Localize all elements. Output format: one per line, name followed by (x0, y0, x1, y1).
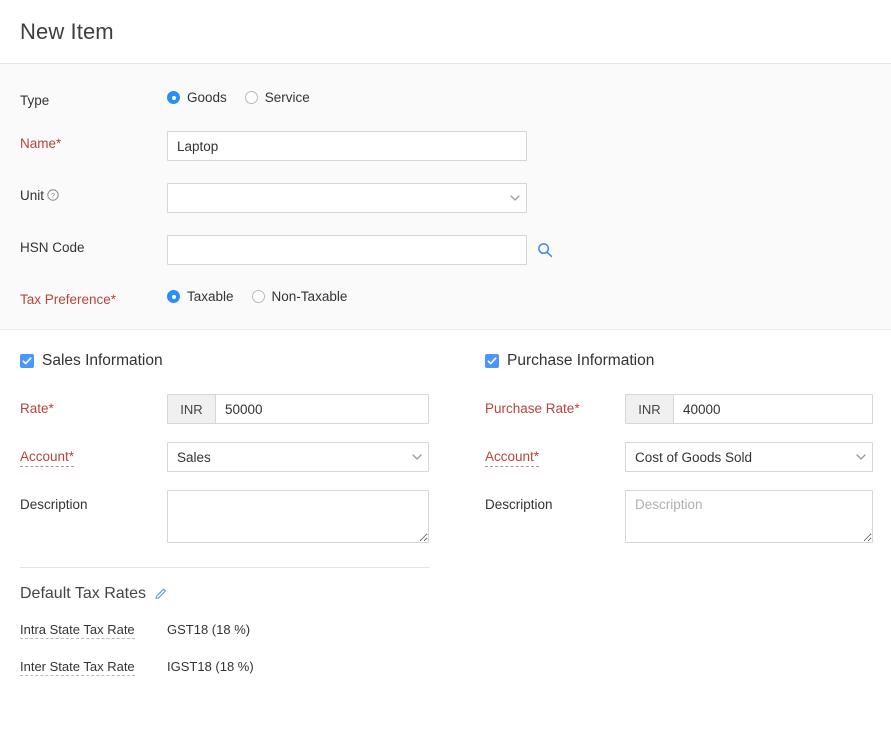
radio-taxable-indicator[interactable] (167, 290, 180, 303)
purchase-information-section: Purchase Information Purchase Rate* INR … (460, 352, 891, 561)
unit-select[interactable] (167, 183, 527, 213)
page-title: New Item (20, 19, 114, 45)
sales-account-select-wrap[interactable]: Sales (167, 442, 429, 472)
unit-label: Unit? (20, 183, 167, 205)
field-row-purchase-rate: Purchase Rate* INR (485, 394, 891, 424)
purchase-information-checkbox[interactable] (485, 354, 499, 368)
name-required-star: * (56, 136, 61, 151)
sales-account-required-star: * (69, 449, 74, 464)
page-header: New Item (0, 0, 891, 64)
hsn-code-label: HSN Code (20, 235, 167, 256)
tax-rate-row: Inter State Tax Rate IGST18 (18 %) (20, 657, 891, 677)
field-row-type: Type Goods Service (0, 88, 891, 109)
sales-rate-currency: INR (168, 395, 216, 423)
radio-non-taxable-label: Non-Taxable (272, 289, 348, 304)
radio-option-non-taxable[interactable]: Non-Taxable (252, 289, 348, 304)
field-row-sales-description: Description (20, 490, 460, 543)
type-radio-group: Goods Service (167, 88, 328, 105)
tax-rate-row: Intra State Tax Rate GST18 (18 %) (20, 620, 891, 640)
purchase-account-label[interactable]: Account* (485, 448, 539, 467)
intra-state-tax-rate-label-text: Intra State Tax Rate (20, 622, 135, 639)
type-label: Type (20, 88, 167, 109)
search-icon (537, 242, 553, 258)
purchase-rate-label-text: Purchase Rate (485, 401, 574, 416)
inter-state-tax-rate-label: Inter State Tax Rate (20, 657, 167, 677)
tax-preference-label: Tax Preference* (20, 287, 167, 308)
purchase-account-label-wrap: Account* (485, 442, 625, 467)
sales-rate-required-star: * (49, 401, 54, 416)
purchase-rate-label: Purchase Rate* (485, 394, 625, 417)
hsn-search-button[interactable] (537, 235, 553, 265)
purchase-rate-required-star: * (574, 401, 579, 416)
svg-text:?: ? (51, 191, 55, 200)
sales-information-title: Sales Information (42, 352, 163, 370)
field-row-purchase-description: Description (485, 490, 891, 543)
radio-service-label: Service (265, 90, 310, 105)
radio-goods-label: Goods (187, 90, 227, 105)
purchase-account-select[interactable]: Cost of Goods Sold (625, 442, 873, 472)
purchase-description-label: Description (485, 490, 625, 513)
sales-rate-label-text: Rate (20, 401, 49, 416)
default-tax-rates-header: Default Tax Rates (20, 585, 891, 603)
purchase-account-select-wrap[interactable]: Cost of Goods Sold (625, 442, 873, 472)
purchase-rate-input[interactable] (674, 395, 872, 423)
purchase-rate-currency: INR (626, 395, 674, 423)
field-row-tax-preference: Tax Preference* Taxable Non-Taxable (0, 287, 891, 308)
pencil-icon (154, 589, 168, 604)
radio-non-taxable-indicator[interactable] (252, 290, 265, 303)
purchase-information-title: Purchase Information (507, 352, 654, 370)
edit-tax-rates-button[interactable] (154, 587, 168, 601)
name-input[interactable] (167, 131, 527, 161)
radio-service-indicator[interactable] (245, 91, 258, 104)
field-row-sales-account: Account* Sales (20, 442, 460, 472)
inter-state-tax-rate-value: IGST18 (18 %) (167, 657, 254, 677)
sales-information-header: Sales Information (20, 352, 460, 370)
unit-select-wrap[interactable] (167, 183, 527, 213)
purchase-description-textarea[interactable] (625, 490, 873, 543)
purchase-rate-input-group: INR (625, 394, 873, 424)
purchase-account-label-text: Account (485, 449, 534, 464)
intra-state-tax-rate-label: Intra State Tax Rate (20, 620, 167, 640)
name-label: Name* (20, 131, 167, 152)
sales-rate-label: Rate* (20, 394, 167, 417)
default-tax-rates-title: Default Tax Rates (20, 585, 146, 603)
purchase-information-header: Purchase Information (485, 352, 891, 370)
radio-option-service[interactable]: Service (245, 90, 310, 105)
radio-taxable-label: Taxable (187, 289, 234, 304)
sales-account-value: Sales (177, 450, 211, 465)
unit-label-text: Unit (20, 188, 44, 203)
sales-rate-input-group: INR (167, 394, 429, 424)
field-row-unit: Unit? (0, 183, 891, 213)
sales-description-label: Description (20, 490, 167, 513)
radio-option-taxable[interactable]: Taxable (167, 289, 234, 304)
sales-account-label-wrap: Account* (20, 442, 167, 467)
inter-state-tax-rate-label-text: Inter State Tax Rate (20, 659, 135, 676)
question-circle-icon[interactable]: ? (47, 188, 59, 205)
tax-preference-required-star: * (111, 292, 116, 307)
name-label-text: Name (20, 136, 56, 151)
intra-state-tax-rate-value: GST18 (18 %) (167, 620, 250, 640)
sales-rate-input[interactable] (216, 395, 428, 423)
sales-information-section: Sales Information Rate* INR Account* Sal… (0, 352, 460, 561)
radio-option-goods[interactable]: Goods (167, 90, 227, 105)
purchase-account-value: Cost of Goods Sold (635, 450, 752, 465)
sales-account-select[interactable]: Sales (167, 442, 429, 472)
sales-account-label-text: Account (20, 449, 69, 464)
information-columns: Sales Information Rate* INR Account* Sal… (0, 330, 891, 561)
field-row-purchase-account: Account* Cost of Goods Sold (485, 442, 891, 472)
tax-preference-label-text: Tax Preference (20, 292, 111, 307)
field-row-sales-rate: Rate* INR (20, 394, 460, 424)
radio-goods-indicator[interactable] (167, 91, 180, 104)
purchase-account-required-star: * (534, 449, 539, 464)
sales-description-textarea[interactable] (167, 490, 429, 543)
default-tax-rates-section: Default Tax Rates Intra State Tax Rate G… (0, 568, 891, 677)
sales-information-checkbox[interactable] (20, 354, 34, 368)
hsn-code-input[interactable] (167, 235, 527, 265)
field-row-hsn-code: HSN Code (0, 235, 891, 265)
new-item-page: New Item Type Goods Service Name* (0, 0, 891, 731)
tax-preference-radio-group: Taxable Non-Taxable (167, 287, 365, 304)
item-details-panel: Type Goods Service Name* Unit? (0, 64, 891, 330)
field-row-name: Name* (0, 131, 891, 161)
sales-account-label[interactable]: Account* (20, 448, 74, 467)
